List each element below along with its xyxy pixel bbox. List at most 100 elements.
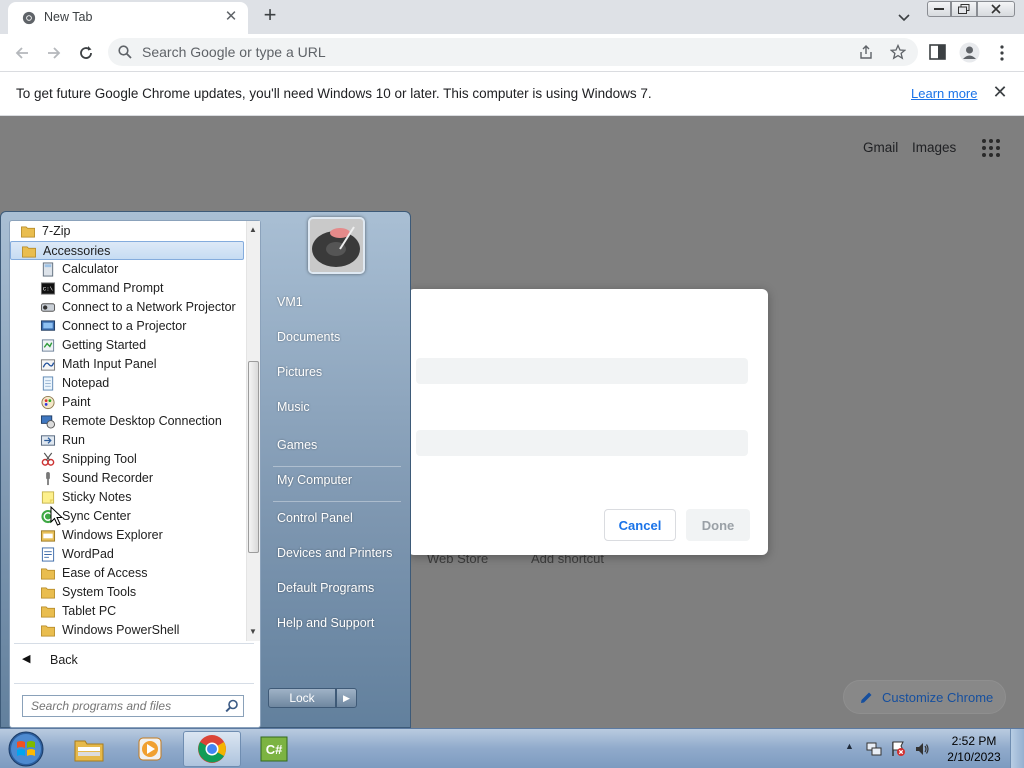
program-item[interactable]: Windows PowerShell: [10, 621, 244, 640]
cancel-button[interactable]: Cancel: [604, 509, 676, 541]
back-button[interactable]: ◀ Back: [10, 649, 260, 673]
back-label: Back: [50, 653, 78, 667]
program-item[interactable]: Getting Started: [10, 336, 244, 355]
show-hidden-icons-icon[interactable]: ▲: [845, 741, 854, 751]
mouse-cursor-icon: [50, 506, 64, 526]
kebab-menu-icon[interactable]: [995, 44, 1009, 62]
folder-icon: [41, 606, 55, 618]
program-item[interactable]: Sound Recorder: [10, 469, 244, 488]
omnibox[interactable]: Search Google or type a URL: [108, 38, 918, 66]
name-input[interactable]: [416, 358, 748, 384]
user-picture[interactable]: [308, 217, 365, 274]
google-apps-icon[interactable]: [981, 138, 1001, 158]
program-item[interactable]: Connect to a Projector: [10, 317, 244, 336]
sticky-notes-icon: [41, 491, 55, 504]
program-label: Sound Recorder: [62, 471, 154, 485]
network-icon[interactable]: [866, 741, 882, 757]
reload-icon[interactable]: [76, 43, 96, 63]
program-item[interactable]: Tablet PC: [10, 602, 244, 621]
profile-avatar-icon[interactable]: [959, 42, 980, 63]
shutdown-options-arrow-icon[interactable]: ▶: [336, 688, 357, 708]
clock-time[interactable]: 2:52 PM: [950, 734, 998, 748]
program-item[interactable]: Run: [10, 431, 244, 450]
gmail-link[interactable]: Gmail: [863, 140, 898, 155]
share-icon[interactable]: [858, 44, 874, 60]
start-link-label: Pictures: [277, 365, 323, 379]
scrollbar-thumb[interactable]: [248, 361, 259, 553]
volume-icon[interactable]: [914, 741, 930, 757]
start-link-devices-and-printers[interactable]: Devices and Printers: [269, 539, 405, 567]
show-desktop-button[interactable]: [1010, 729, 1024, 768]
chrome-icon: [198, 735, 226, 763]
programs-scrollbar[interactable]: ▲ ▼: [246, 221, 260, 641]
infobar-close-icon[interactable]: ✕: [990, 82, 1010, 102]
program-label: Connect to a Network Projector: [62, 300, 236, 314]
new-tab-button[interactable]: +: [258, 4, 282, 28]
tab-close-icon[interactable]: ✕: [222, 8, 240, 26]
program-item[interactable]: Math Input Panel: [10, 355, 244, 374]
divider: [14, 683, 254, 684]
program-item[interactable]: Notepad: [10, 374, 244, 393]
program-item[interactable]: Snipping Tool: [10, 450, 244, 469]
side-panel-icon[interactable]: [929, 44, 946, 60]
minimize-button[interactable]: [927, 1, 951, 17]
url-input[interactable]: [416, 430, 748, 456]
start-link-music[interactable]: Music: [269, 393, 405, 421]
run-icon: [40, 435, 56, 446]
close-window-button[interactable]: [977, 1, 1015, 17]
program-label: Sync Center: [62, 509, 131, 523]
bookmark-star-icon[interactable]: [890, 44, 906, 60]
search-icon[interactable]: [225, 699, 239, 713]
start-link-default-programs[interactable]: Default Programs: [269, 574, 405, 602]
taskbar-chrome[interactable]: [183, 731, 241, 767]
start-search-box[interactable]: [22, 695, 244, 717]
customize-chrome-button[interactable]: Customize Chrome: [843, 680, 1006, 714]
tab-new-tab[interactable]: New Tab ✕: [8, 2, 248, 34]
taskbar-media-player[interactable]: [121, 731, 179, 767]
program-item[interactable]: Accessories: [10, 241, 244, 260]
windows-start-orb-icon[interactable]: [4, 730, 48, 768]
start-link-label: Music: [277, 400, 310, 414]
scroll-up-icon[interactable]: ▲: [249, 225, 257, 234]
start-link-documents[interactable]: Documents: [269, 323, 405, 351]
back-arrow-icon[interactable]: [12, 43, 32, 63]
program-item[interactable]: Connect to a Network Projector: [10, 298, 244, 317]
restore-button[interactable]: [951, 1, 977, 17]
program-item[interactable]: Windows Explorer: [10, 526, 244, 545]
program-item[interactable]: Paint: [10, 393, 244, 412]
images-link[interactable]: Images: [912, 140, 956, 155]
action-center-icon[interactable]: [890, 741, 906, 757]
start-link-help-and-support[interactable]: Help and Support: [269, 609, 405, 637]
program-item[interactable]: Calculator: [10, 260, 244, 279]
snipping-tool-icon: [41, 452, 55, 466]
program-item[interactable]: WordPad: [10, 545, 244, 564]
program-item[interactable]: Sticky Notes: [10, 488, 244, 507]
start-link-vm1[interactable]: VM1: [269, 288, 405, 316]
start-link-label: Games: [277, 438, 318, 452]
done-button[interactable]: Done: [686, 509, 750, 541]
start-link-pictures[interactable]: Pictures: [269, 358, 405, 386]
taskbar-csharp-editor[interactable]: C#: [245, 731, 303, 767]
divider: [273, 501, 401, 502]
start-link-my-computer[interactable]: My Computer: [269, 466, 405, 494]
start-link-games[interactable]: Games: [269, 431, 405, 459]
taskbar-windows-explorer[interactable]: [60, 731, 118, 767]
program-label: Paint: [62, 395, 91, 409]
lock-button[interactable]: Lock: [268, 688, 336, 708]
start-link-control-panel[interactable]: Control Panel: [269, 504, 405, 532]
tab-search-icon[interactable]: [895, 8, 913, 26]
forward-arrow-icon[interactable]: [44, 43, 64, 63]
program-item[interactable]: Remote Desktop Connection: [10, 412, 244, 431]
program-item[interactable]: Ease of Access: [10, 564, 244, 583]
scroll-down-icon[interactable]: ▼: [249, 627, 257, 636]
clock-date[interactable]: 2/10/2023: [946, 750, 1002, 764]
taskbar: C# ▲ 2:52 PM 2/10/2023: [0, 728, 1024, 768]
program-item[interactable]: System Tools: [10, 583, 244, 602]
start-search-input[interactable]: [23, 696, 219, 716]
learn-more-link[interactable]: Learn more: [911, 86, 977, 101]
program-item[interactable]: C:\ Command Prompt: [10, 279, 244, 298]
program-item[interactable]: 7-Zip: [10, 222, 244, 241]
folder-icon: [74, 740, 104, 762]
add-shortcut-dialog: Cancel Done: [408, 289, 768, 555]
program-item[interactable]: Sync Center: [10, 507, 244, 526]
